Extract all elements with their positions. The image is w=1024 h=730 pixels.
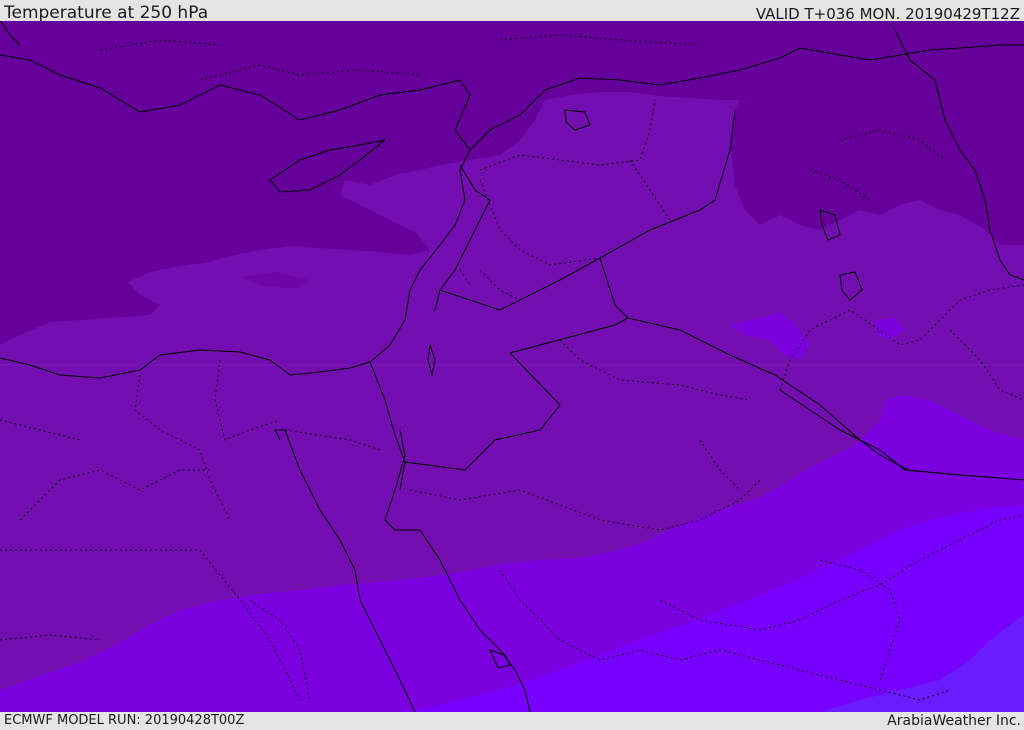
footer-bar: ECMWF MODEL RUN: 20190428T00Z ArabiaWeat… (0, 712, 1024, 729)
credit: ArabiaWeather Inc. (887, 713, 1021, 729)
temperature-map[interactable] (0, 21, 1024, 712)
map-title: Temperature at 250 hPa (4, 3, 209, 23)
model-run: ECMWF MODEL RUN: 20190428T00Z (4, 713, 245, 728)
header-bar: Temperature at 250 hPa VALID T+036 MON. … (0, 0, 1024, 23)
map-canvas (0, 21, 1024, 712)
